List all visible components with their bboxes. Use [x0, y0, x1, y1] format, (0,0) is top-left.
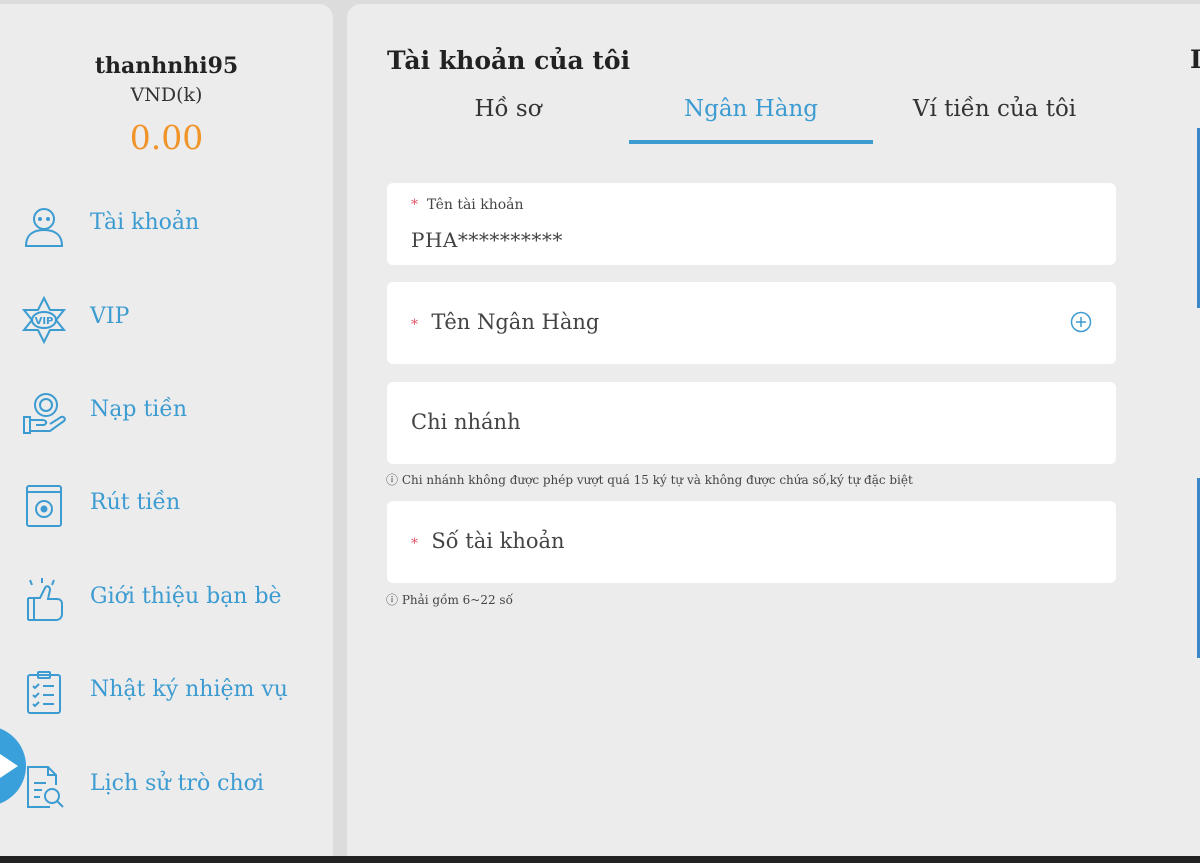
sidebar-item-game-history[interactable]: Lịch sử trò chơi — [0, 757, 333, 817]
checklist-icon — [20, 669, 68, 717]
thumbs-up-icon — [20, 576, 68, 624]
sidebar-item-label: Tài khoản — [90, 210, 200, 235]
account-number-hint: ⓘ Phải gồm 6~22 số — [386, 593, 513, 607]
required-mark: * — [411, 536, 418, 552]
branch-field[interactable]: Chi nhánh — [387, 382, 1116, 464]
sidebar-item-label: Lịch sử trò chơi — [90, 771, 264, 796]
account-name-label: * Tên tài khoản — [411, 197, 524, 213]
account-number-field[interactable]: * Số tài khoản — [387, 501, 1116, 583]
arrow-right-icon — [0, 754, 18, 778]
sidebar-item-label: Giới thiệu bạn bè — [90, 584, 282, 609]
branch-label: Chi nhánh — [411, 410, 521, 434]
withdraw-icon — [20, 482, 68, 530]
currency-label: VND(k) — [130, 84, 203, 106]
bank-name-label: * Tên Ngân Hàng — [411, 310, 600, 334]
bank-name-field[interactable]: * Tên Ngân Hàng — [387, 282, 1116, 364]
taskbar-edge — [0, 856, 1200, 863]
sidebar-item-task-log[interactable]: Nhật ký nhiệm vụ — [0, 663, 333, 723]
svg-text:VIP: VIP — [35, 316, 54, 327]
sidebar-item-vip[interactable]: VIP VIP — [0, 290, 333, 350]
vip-icon: VIP — [20, 295, 68, 345]
tab-bank[interactable]: Ngân Hàng — [629, 96, 873, 146]
required-mark: * — [411, 317, 418, 333]
page-title: Tài khoản của tôi — [387, 46, 631, 75]
deposit-icon — [20, 389, 68, 437]
branch-hint: ⓘ Chi nhánh không được phép vượt quá 15 … — [386, 473, 913, 487]
sidebar-item-referral[interactable]: Giới thiệu bạn bè — [0, 570, 333, 630]
sidebar-item-account[interactable]: Tài khoản — [0, 196, 333, 256]
sidebar-item-deposit[interactable]: Nạp tiền — [0, 383, 333, 443]
sidebar-item-label: VIP — [90, 304, 130, 329]
active-tab-indicator — [629, 140, 873, 144]
tab-profile[interactable]: Hồ sơ — [387, 96, 629, 146]
sidebar-item-withdraw[interactable]: Rút tiền — [0, 476, 333, 536]
game-history-icon — [20, 763, 68, 811]
tab-my-wallet[interactable]: Ví tiền của tôi — [873, 96, 1116, 146]
plus-circle-icon[interactable] — [1070, 311, 1092, 333]
sidebar-item-label: Nhật ký nhiệm vụ — [90, 677, 288, 702]
right-panel-title: I — [1190, 45, 1200, 74]
account-number-label: * Số tài khoản — [411, 529, 565, 553]
user-icon — [20, 202, 68, 250]
sidebar-item-label: Nạp tiền — [90, 397, 188, 422]
account-name-value: PHA********** — [411, 228, 563, 252]
sidebar-item-label: Rút tiền — [90, 490, 181, 515]
username: thanhnhi95 — [94, 53, 239, 79]
account-name-field[interactable]: * Tên tài khoản PHA********** — [387, 183, 1116, 265]
sidebar: thanhnhi95 VND(k) 0.00 Tài khoản VIP VIP — [0, 4, 333, 863]
required-mark: * — [411, 197, 418, 213]
balance-value: 0.00 — [129, 118, 204, 157]
